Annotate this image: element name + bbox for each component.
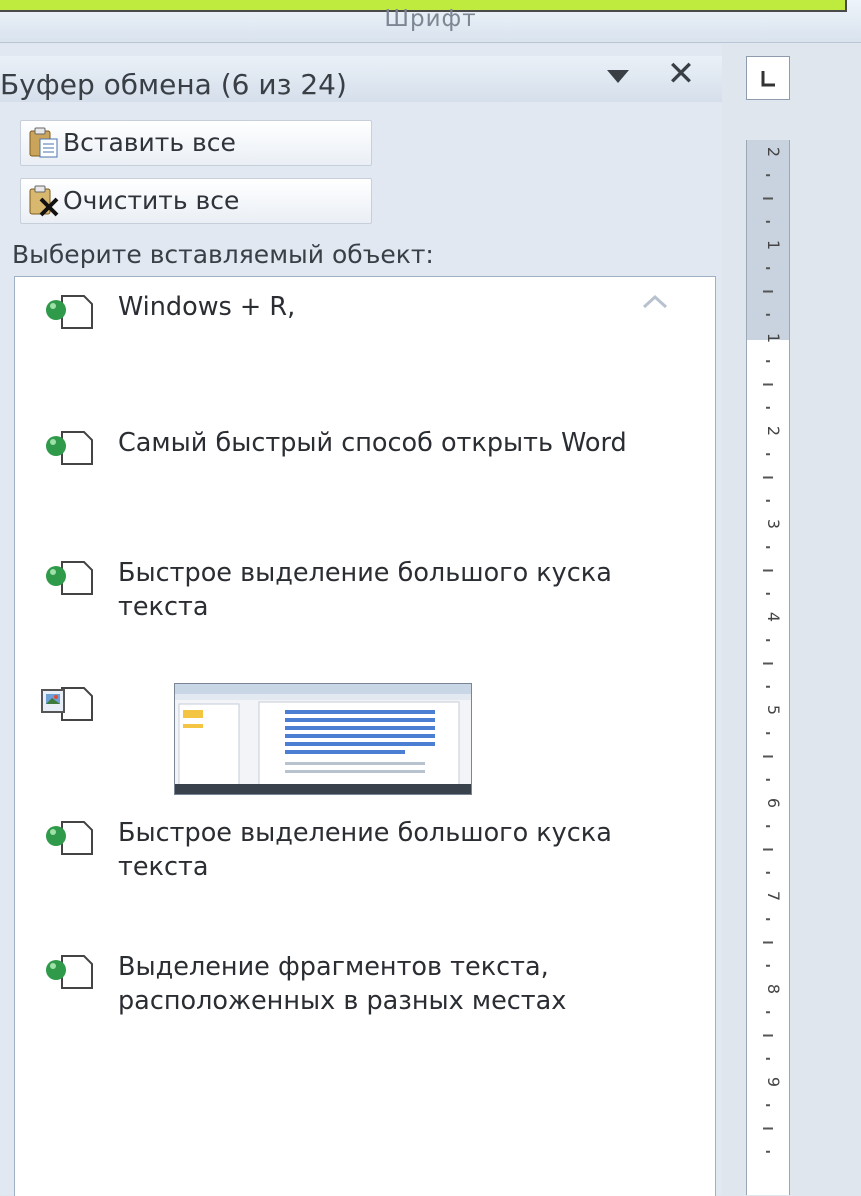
ruler-number: 1 bbox=[764, 333, 783, 343]
ruler-number: 4 bbox=[764, 612, 783, 622]
ruler-number: 8 bbox=[764, 984, 783, 994]
ruler-number: 5 bbox=[764, 705, 783, 715]
select-item-label: Выберите вставляемый объект: bbox=[12, 240, 434, 269]
close-icon[interactable]: ✕ bbox=[665, 57, 697, 91]
text-clip-icon bbox=[46, 295, 93, 329]
tab-selector-button[interactable] bbox=[746, 56, 790, 100]
text-clip-icon bbox=[46, 561, 93, 595]
scroll-up-icon[interactable] bbox=[640, 292, 670, 312]
ruler-number: 9 bbox=[764, 1077, 783, 1087]
image-clip-icon bbox=[41, 687, 93, 721]
paste-all-label: Вставить все bbox=[63, 128, 236, 157]
ruler-number: 2 bbox=[764, 147, 783, 157]
ribbon-strip: Шрифт bbox=[0, 0, 861, 43]
image-thumbnail bbox=[174, 683, 472, 795]
clipboard-item-text: Быстрое выделение большого куска текста bbox=[118, 818, 612, 882]
clear-all-label: Очистить все bbox=[63, 186, 240, 215]
ruler-number: 6 bbox=[764, 798, 783, 808]
clear-all-button[interactable]: Очистить все bbox=[20, 178, 372, 224]
tab-stop-icon bbox=[761, 71, 775, 87]
ribbon-group-label: Шрифт bbox=[384, 6, 477, 32]
clear-clipboard-icon bbox=[29, 185, 59, 217]
ruler-scale: 2 1 1 2 3 4 5 6 7 8 9 bbox=[763, 147, 783, 1153]
window-edge bbox=[820, 44, 861, 1195]
clipboard-paste-icon bbox=[29, 127, 58, 158]
clipboard-item-text: Быстрое выделение большого куска текста bbox=[118, 558, 612, 622]
chevron-down-icon[interactable] bbox=[605, 66, 631, 86]
vertical-ruler[interactable]: 2 1 1 2 3 4 5 6 7 8 9 bbox=[746, 140, 790, 1195]
ruler-number: 1 bbox=[764, 240, 783, 250]
paste-all-button[interactable]: Вставить все bbox=[20, 120, 372, 166]
clipboard-pane-title: Буфер обмена (6 из 24) bbox=[0, 68, 347, 101]
text-clip-icon bbox=[46, 955, 93, 989]
ruler-number: 7 bbox=[764, 891, 783, 901]
clipboard-item-text: Windows + R, bbox=[118, 292, 296, 322]
clipboard-item-text: Выделение фрагментов текста, расположенн… bbox=[118, 952, 567, 1016]
ruler-number: 2 bbox=[764, 426, 783, 436]
text-clip-icon bbox=[46, 821, 93, 855]
clipboard-item-text: Самый быстрый способ открыть Word bbox=[118, 428, 627, 458]
ruler-number: 3 bbox=[764, 519, 783, 529]
text-clip-icon bbox=[46, 431, 93, 465]
